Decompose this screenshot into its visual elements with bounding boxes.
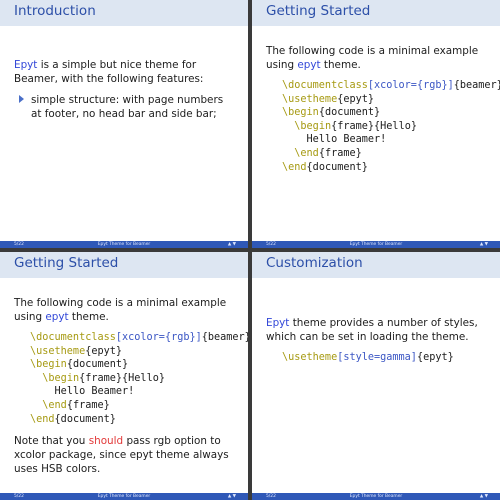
code-token: \end [42, 399, 67, 411]
slide-body: Epyt theme provides a number of styles, … [266, 316, 488, 373]
slide-title: Introduction [14, 3, 96, 19]
code-token: {document} [306, 161, 368, 173]
code-token: Hello Beamer! [306, 134, 387, 146]
slide-body: The following code is a minimal example … [14, 296, 248, 483]
code-token: {document} [66, 359, 129, 371]
code-token: \documentclass [282, 80, 368, 91]
footer-nav-icon[interactable]: ▲ ▼ [228, 241, 236, 248]
slide-footer: 5/22 Epyt Theme for Beamer ▲ ▼ [252, 241, 500, 248]
slide-body: The following code is a minimal example … [266, 44, 500, 182]
note-text: Note that you [14, 435, 89, 448]
footer-title: Epyt Theme for Beamer [97, 494, 151, 499]
code-token: {frame} [66, 399, 110, 411]
slide-title: Customization [266, 255, 363, 271]
code-token: [style=gamma] [337, 352, 417, 363]
code-token: \usetheme [30, 345, 86, 357]
slide-getting-started: Getting Started The following code is a … [252, 0, 500, 248]
code-token: {frame} [331, 120, 375, 132]
epyt-link[interactable]: epyt [297, 59, 320, 71]
footer-nav-icon[interactable]: ▲ ▼ [480, 493, 488, 500]
code-token: {frame} [79, 372, 123, 384]
slide-customization: Customization Epyt theme provides a numb… [252, 252, 500, 500]
code-token: \end [30, 413, 55, 425]
slide-footer: 5/22 Epyt Theme for Beamer ▲ ▼ [0, 241, 248, 248]
epyt-link[interactable]: Epyt [14, 59, 37, 71]
code-token: {Hello} [122, 372, 165, 384]
code-token: {epyt} [416, 352, 454, 363]
intro-paragraph: Epyt is a simple but nice theme for Beam… [14, 58, 236, 86]
slide-footer: 5/22 Epyt Theme for Beamer ▲ ▼ [252, 493, 500, 500]
code-token: {Hello} [374, 120, 417, 132]
code-token: \usetheme [282, 93, 338, 105]
code-token: {document} [318, 107, 381, 119]
code-block: \documentclass[xcolor={rgb}]{beamer} \us… [30, 331, 248, 426]
bullet-text: simple structure: with page numbers at f… [31, 94, 224, 120]
code-token: {epyt} [85, 345, 123, 357]
code-token: \begin [42, 372, 80, 384]
code-token: \begin [294, 120, 332, 132]
slide-title-bar: Introduction [0, 0, 248, 26]
slide-introduction: Introduction Epyt is a simple but nice t… [0, 0, 248, 248]
footer-title: Epyt Theme for Beamer [349, 494, 403, 499]
code-token: \documentclass [30, 332, 116, 343]
footer-nav-icon[interactable]: ▲ ▼ [228, 493, 236, 500]
code-token: \usetheme [282, 352, 338, 363]
slide-footer: 5/22 Epyt Theme for Beamer ▲ ▼ [0, 493, 248, 500]
footer-nav-icon[interactable]: ▲ ▼ [480, 241, 488, 248]
slide-title: Getting Started [14, 255, 119, 271]
code-token: [xcolor={rgb}] [367, 80, 454, 91]
code-token: \begin [30, 359, 67, 371]
code-token: \end [282, 161, 307, 173]
epyt-link[interactable]: epyt [45, 311, 68, 323]
slide-title-bar: Getting Started [252, 0, 500, 26]
slide-title: Getting Started [266, 3, 371, 19]
code-token: {epyt} [337, 93, 375, 105]
code-token: Hello Beamer! [54, 386, 135, 398]
code-token: {beamer} [453, 80, 500, 91]
slide-title-bar: Getting Started [0, 252, 248, 278]
intro-text-end: theme. [68, 311, 109, 323]
bullet-item: simple structure: with page numbers at f… [14, 93, 236, 121]
note-emphasis: should [88, 435, 124, 448]
slide-title-bar: Customization [252, 252, 500, 278]
triangle-bullet-icon [19, 95, 24, 103]
note-paragraph: Note that you should pass rgb option to … [14, 434, 236, 476]
code-token: [xcolor={rgb}] [115, 332, 202, 343]
slide-body: Epyt is a simple but nice theme for Beam… [14, 58, 236, 127]
epyt-link[interactable]: Epyt [266, 317, 289, 329]
footer-title: Epyt Theme for Beamer [349, 242, 403, 247]
code-token: \begin [282, 107, 319, 119]
code-token: {frame} [318, 147, 362, 159]
code-token: {beamer} [201, 332, 248, 343]
code-block: \documentclass[xcolor={rgb}]{beamer} \us… [282, 79, 500, 174]
code-token: \end [294, 147, 319, 159]
intro-paragraph: The following code is a minimal example … [14, 296, 236, 324]
code-block: \usetheme[style=gamma]{epyt} [282, 351, 488, 365]
intro-text: theme provides a number of styles, which… [266, 317, 478, 343]
intro-text: is a simple but nice theme for Beamer, w… [14, 59, 204, 85]
intro-text-end: theme. [320, 59, 361, 71]
footer-title: Epyt Theme for Beamer [97, 242, 151, 247]
slide-getting-started-note: Getting Started The following code is a … [0, 252, 248, 500]
intro-paragraph: The following code is a minimal example … [266, 44, 488, 72]
code-token: {document} [54, 413, 116, 425]
intro-paragraph: Epyt theme provides a number of styles, … [266, 316, 488, 344]
